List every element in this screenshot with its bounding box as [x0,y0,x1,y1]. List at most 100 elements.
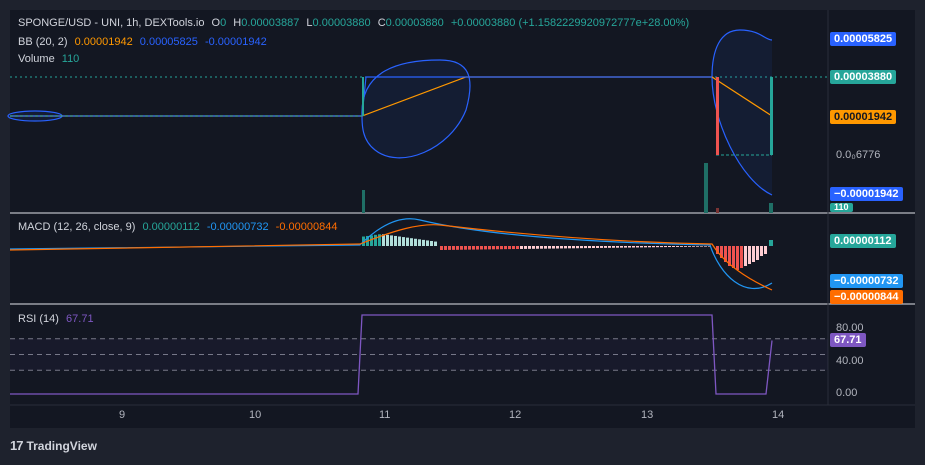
time-tick-11: 11 [379,409,391,421]
macd-hist-bar [596,246,599,248]
macd-hist-bar [552,246,555,249]
macd-hist-bar [736,246,739,270]
volume-bar-11 [362,190,365,213]
macd-hist-bar [664,246,667,248]
candle-down-13 [716,77,719,155]
macd-hist-bar [628,246,631,248]
macd-legend: MACD (12, 26, close, 9) 0.00000112 -0.00… [18,221,341,233]
volume-value: 110 [61,53,80,65]
bb-band-right-fill [712,30,772,195]
macd-hist-bar [696,246,699,247]
rsi-band-fill [10,338,828,371]
macd-hist-bar [740,246,743,268]
macd-hist-bar [648,246,651,248]
volume-badge: 110 [830,203,853,212]
macd-hist-bar [544,246,547,249]
time-tick-13: 13 [641,409,654,421]
macd-hist-bar [756,246,759,260]
macd-hist-bar [668,246,671,248]
rsi-legend: RSI (14) 67.71 [18,313,98,325]
volume-bar-13 [704,163,708,213]
macd-hist-bar [704,246,707,247]
macd-signal-badge: −0.00000844 [830,290,903,304]
bb-lower-value: -0.00001942 [204,36,267,48]
candle-up-11 [362,77,364,116]
macd-hist-bar [394,235,397,246]
macd-hist-bar [760,246,763,256]
macd-line-badge: −0.00000732 [830,274,903,288]
price-tick-label: 0.0₀6776 [836,149,881,161]
close-label: C [377,17,386,29]
macd-hist-bar [422,239,425,246]
macd-hist-bar [612,246,615,248]
macd-hist-bar [532,246,535,249]
macd-hist-bar [370,235,373,246]
macd-hist-bar [524,246,527,249]
macd-hist-bar [540,246,543,249]
macd-hist-bar [584,246,587,249]
macd-hist-value: 0.00000112 [142,221,200,233]
volume-bar-14 [769,203,773,213]
macd-hist-bar [402,237,405,246]
macd-hist-bar [744,246,747,266]
bb-label: BB (20, 2) [18,36,68,48]
time-tick-12: 12 [509,409,522,421]
macd-hist-bar [608,246,611,248]
macd-hist-bar [568,246,571,249]
macd-hist-bar [430,241,433,246]
macd-hist-bar [592,246,595,249]
macd-hist-bar [732,246,735,268]
macd-hist-bar [452,246,455,250]
macd-hist-bar [588,246,591,249]
macd-hist-bar [496,246,499,250]
macd-hist-bar [624,246,627,248]
candle-up-14 [770,77,773,155]
low-label: L [306,17,313,29]
macd-hist-bar [644,246,647,248]
macd-hist-bar [504,246,507,250]
macd-hist-bar [374,234,377,246]
macd-hist-bar [418,239,421,246]
macd-signal-line [9,224,773,291]
bb-band-middle [361,59,471,159]
macd-hist-bar [600,246,603,248]
rsi-value: 67.71 [66,313,94,325]
macd-hist-bar [386,234,389,246]
macd-hist-bar [468,246,471,250]
bb-lower-badge: −0.00001942 [830,187,903,201]
price-legend: SPONGE/USD - UNI, 1h, DEXTools.io O0 H0.… [18,17,693,29]
macd-hist-bar [406,237,409,246]
macd-hist-bar [640,246,643,248]
rsi-tick-0: 0.00 [836,387,858,399]
macd-hist-bar [464,246,467,250]
macd-hist-bar [484,246,487,250]
tradingview-brand[interactable]: 17 TradingView [10,438,97,453]
time-tick-10: 10 [249,409,262,421]
macd-hist-bar [512,246,515,250]
symbol-title: SPONGE/USD - UNI, 1h, DEXTools.io [18,17,205,29]
open-label: O [211,17,221,29]
macd-hist-bar [434,241,437,246]
macd-hist-bar [700,246,703,247]
bb-legend: BB (20, 2) 0.00001942 0.00005825 -0.0000… [18,36,271,48]
macd-hist-bar [410,238,413,246]
macd-hist-bar [398,236,401,246]
tradingview-logo-icon: 17 [10,438,24,453]
volume-label: Volume [18,53,55,65]
macd-hist-bar [492,246,495,250]
macd-label: MACD (12, 26, close, 9) [18,221,136,233]
macd-hist-bar [508,246,511,250]
macd-hist-bar [500,246,503,250]
brand-name: TradingView [26,438,97,453]
bb-upper-value: 0.00005825 [139,36,198,48]
macd-hist-bar [748,246,751,264]
macd-hist-bar [472,246,475,250]
macd-hist-bar [460,246,463,250]
macd-hist-bar [636,246,639,248]
macd-hist-bar [656,246,659,248]
rsi-label: RSI (14) [18,313,59,325]
macd-hist-bar [528,246,531,249]
macd-hist-bar-latest [769,240,773,246]
time-tick-9: 9 [119,409,126,421]
last-price-badge: 0.00003880 [830,70,897,84]
